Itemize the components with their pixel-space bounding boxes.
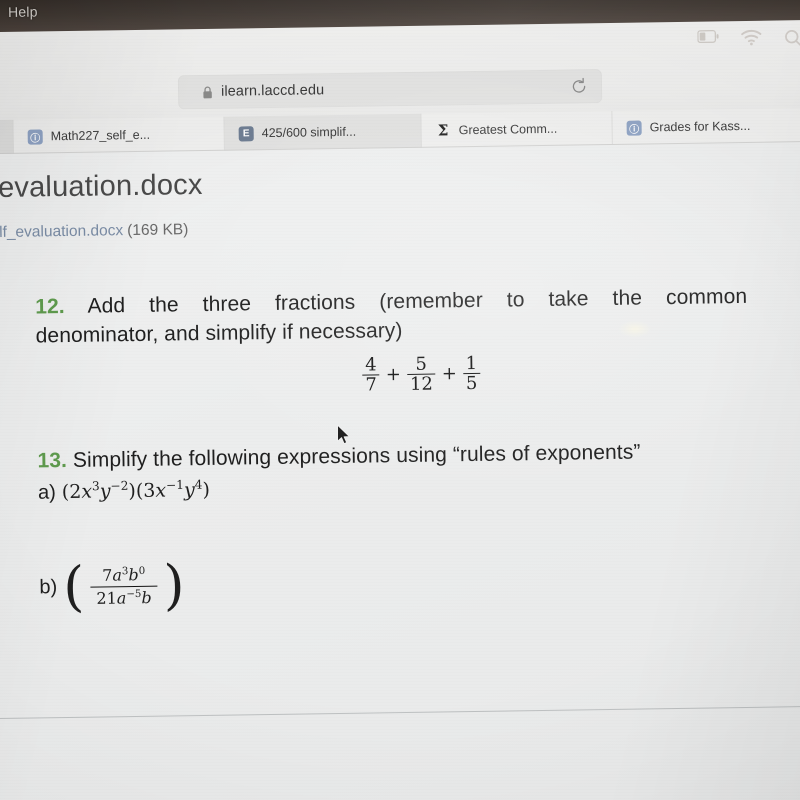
page-divider: [0, 705, 800, 720]
tab-greatest-comm[interactable]: Σ Greatest Comm...: [421, 110, 613, 148]
fraction-numerator: 5: [415, 353, 428, 376]
tab-425-600-simplif[interactable]: E 425/600 simplif...: [224, 113, 422, 151]
browser-chrome: ilearn.laccd.edu ⓘ Math227_self_e... E 4…: [0, 19, 800, 155]
fraction-numerator: 4: [364, 354, 377, 376]
status-icon-group: [697, 28, 800, 52]
worksheet-body: 12. Add the three fractions (remember to…: [35, 283, 766, 619]
fraction-term-3: 1 5: [462, 353, 481, 394]
part-b-numerator: 7a3b0: [102, 564, 146, 585]
tab-label: 425/600 simplif...: [261, 124, 357, 141]
tab-grades-for-kass[interactable]: ⓘ Grades for Kass...: [612, 107, 800, 145]
question-13-prompt: Simplify the following expressions using…: [72, 440, 641, 473]
tab-label: Greatest Comm...: [458, 121, 558, 138]
fraction-denominator: 5: [462, 373, 481, 394]
part-a-label: a): [37, 481, 56, 504]
battery-low-icon: [697, 29, 719, 51]
lock-icon: [202, 85, 213, 98]
fraction-numerator: 1: [465, 353, 478, 375]
question-13-part-b: b) ( 7a3b0 21a−5b ): [39, 553, 766, 619]
canvas-icon: ⓘ: [27, 128, 43, 145]
plus-operator-2: +: [441, 363, 457, 385]
part-b-denominator: 21a−5b: [90, 585, 158, 610]
attachment-line: _self_evaluation.docx (169 KB): [0, 221, 189, 242]
part-b-fraction: 7a3b0 21a−5b: [90, 565, 158, 610]
document-page: f_evaluation.docx _self_evaluation.docx(…: [0, 133, 800, 800]
tab-label: Grades for Kass...: [649, 118, 751, 135]
fraction-term-2: 5 12: [406, 353, 437, 395]
address-bar[interactable]: ilearn.laccd.edu: [177, 69, 603, 110]
fraction-term-1: 4 7: [362, 354, 381, 396]
mouse-cursor: [336, 424, 352, 451]
part-b-label: b): [39, 576, 58, 599]
question-13: 13. Simplify the following expressions u…: [37, 437, 766, 619]
question-12-expression: 4 7 + 5 12 + 1 5: [36, 350, 763, 400]
question-12: 12. Add the three fractions (remember to…: [35, 283, 762, 400]
attachment-size: (169 KB): [127, 221, 189, 240]
menu-item-help[interactable]: Help: [8, 4, 38, 20]
page-title: f_evaluation.docx: [0, 168, 203, 205]
question-13-part-a: a) (2x3y−2)(3x−1y4): [38, 469, 764, 504]
tab-strip-left-edge: [0, 119, 14, 155]
search-icon[interactable]: [783, 28, 800, 50]
tab-math227-self-eval[interactable]: ⓘ Math227_self_e...: [13, 116, 225, 154]
question-12-number: 12.: [35, 295, 65, 319]
left-paren: (: [62, 555, 85, 619]
plus-operator-1: +: [385, 364, 401, 386]
url-text: ilearn.laccd.edu: [220, 82, 325, 100]
question-13-number: 13.: [37, 449, 68, 473]
canvas-icon: ⓘ: [626, 120, 642, 136]
fraction-denominator: 7: [362, 374, 381, 396]
fraction-denominator: 12: [406, 373, 437, 395]
wifi-icon: [740, 29, 762, 51]
right-paren: ): [163, 553, 186, 617]
photographed-screen: f_evaluation.docx _self_evaluation.docx(…: [0, 0, 800, 800]
e-icon: E: [238, 125, 254, 141]
reload-icon[interactable]: [570, 77, 588, 95]
attachment-link[interactable]: _self_evaluation.docx: [0, 222, 123, 241]
part-a-expression: (2x3y−2)(3x−1y4): [61, 477, 211, 503]
tab-label: Math227_self_e...: [50, 127, 151, 144]
sigma-icon: Σ: [437, 121, 449, 140]
